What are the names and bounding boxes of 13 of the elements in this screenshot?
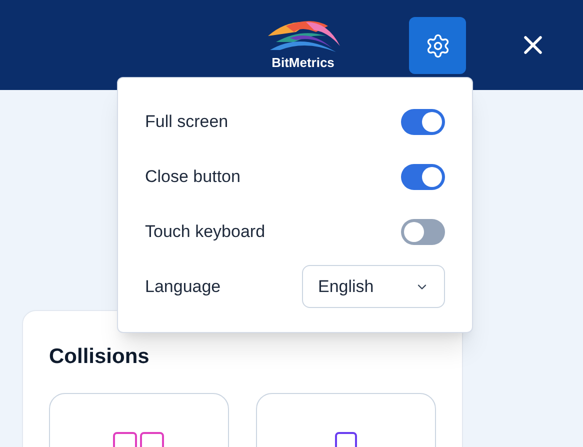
language-select[interactable]: English [302,265,445,308]
settings-button[interactable] [409,17,466,74]
toggle-switch[interactable] [401,108,445,134]
settings-icon [424,32,450,58]
logo-icon [266,18,340,54]
toggle-switch[interactable] [401,218,445,244]
setting-label: Close button [145,166,240,188]
logo-text: BitMetrics [272,56,334,69]
setting-label: Touch keyboard [145,220,266,243]
toggle-switch[interactable] [401,164,445,190]
card-title: Collisions [49,344,150,370]
setting-label: Full screen [145,110,228,133]
setting-label: Language [145,276,221,298]
